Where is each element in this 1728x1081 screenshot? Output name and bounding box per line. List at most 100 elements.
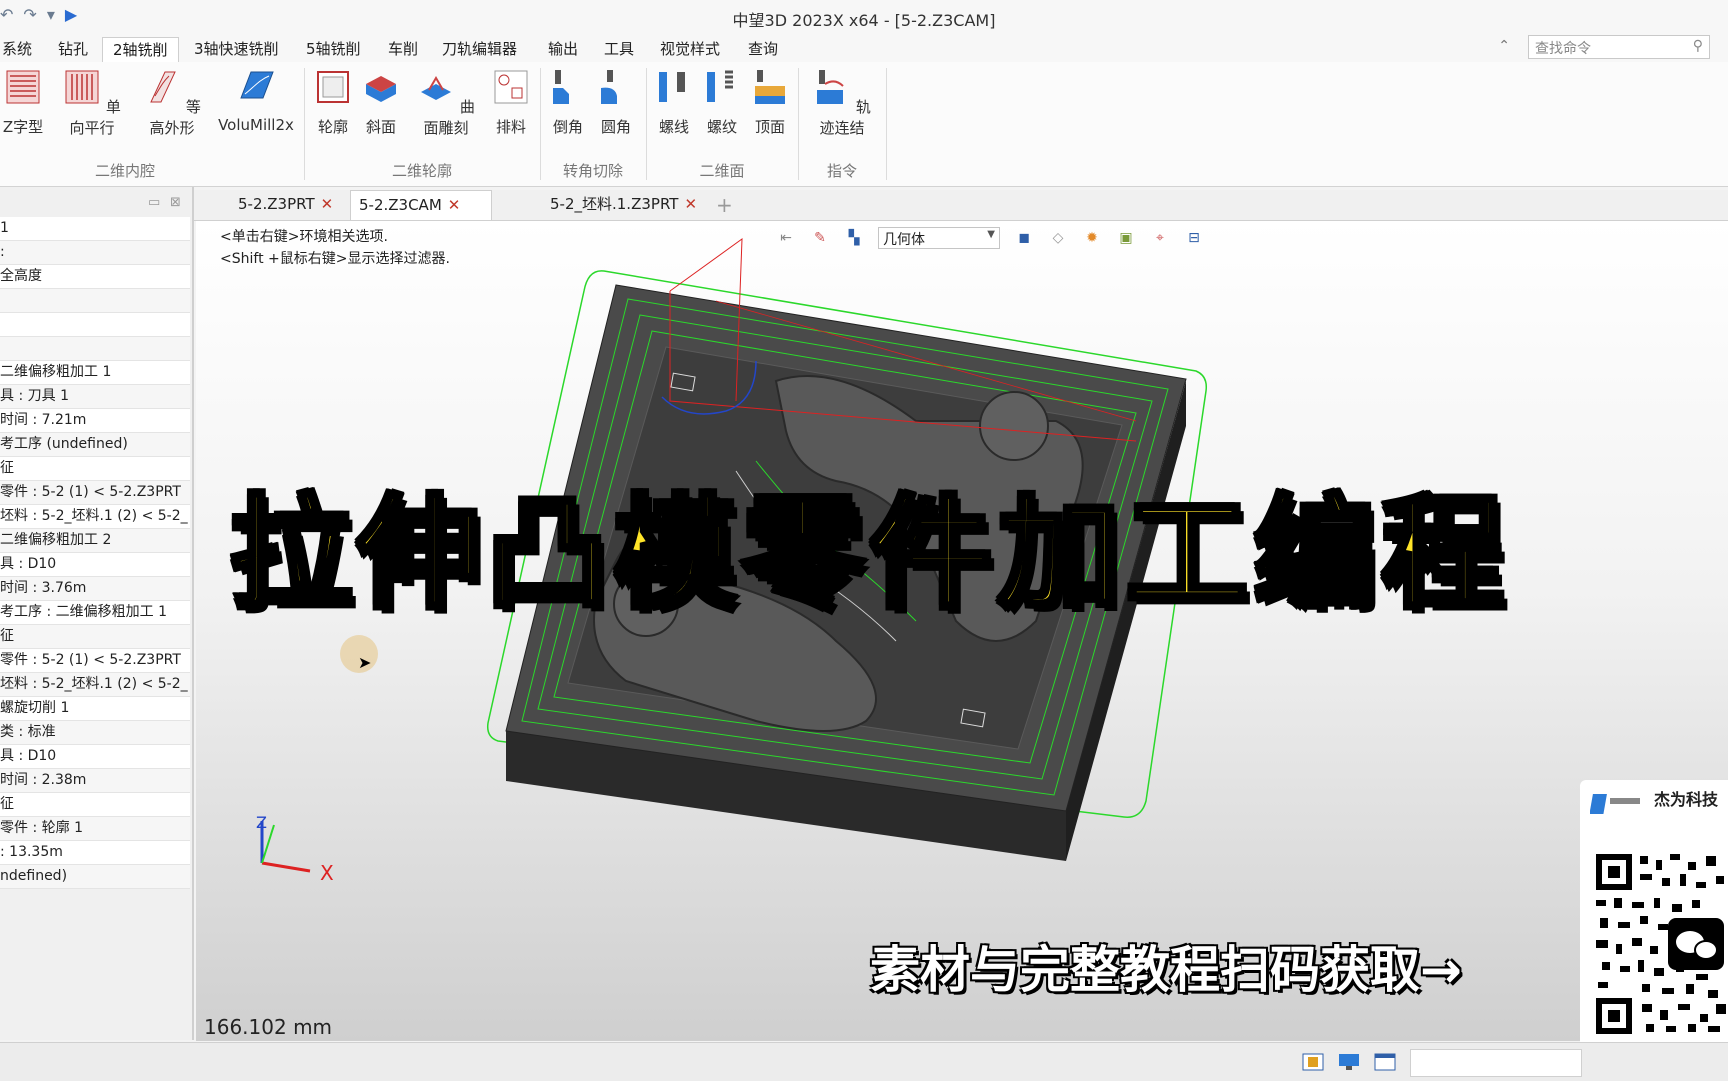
- zigzag-icon: [6, 70, 40, 104]
- group-2d-profile: 二维轮廓: [391, 162, 452, 180]
- input-mode-icon[interactable]: [1302, 1053, 1324, 1071]
- cursor-icon: ➤: [358, 653, 372, 672]
- group-2d-face: 二维面: [699, 162, 745, 180]
- helix-button[interactable]: 螺线: [652, 68, 696, 137]
- fillet-icon: [601, 70, 617, 104]
- zigzag-button[interactable]: Z字型: [0, 68, 46, 137]
- close-icon[interactable]: ✕: [448, 196, 461, 214]
- video-title-banner: 拉伸凸模零件加工编程: [228, 481, 1510, 628]
- one-way-parallel-button[interactable]: 单向平行: [60, 68, 124, 138]
- tree-row[interactable]: 零件 : 轮廓 1: [0, 817, 190, 841]
- axis-z-label: Z: [256, 813, 267, 832]
- tree-row[interactable]: [0, 289, 190, 313]
- thread-icon: [707, 70, 733, 102]
- axis-triad: [260, 821, 311, 873]
- chamfer-wall-button[interactable]: 斜面: [358, 68, 404, 137]
- tab-query[interactable]: 查询: [738, 37, 788, 62]
- chamfer-button[interactable]: 倒角: [546, 68, 590, 137]
- close-icon[interactable]: ✕: [321, 195, 334, 213]
- fillet-button[interactable]: 圆角: [594, 68, 638, 137]
- parallel-icon: [65, 70, 99, 104]
- qr-code: [1596, 854, 1726, 1034]
- command-search-input[interactable]: 查找命令 ⚲: [1528, 35, 1710, 59]
- helix-icon: [659, 72, 685, 102]
- panel-close-icon[interactable]: ⊠: [170, 195, 181, 210]
- trajectory-link-button[interactable]: 轨迹连结: [806, 68, 878, 138]
- tree-row[interactable]: 螺旋切削 1: [0, 697, 190, 721]
- top-face-button[interactable]: 顶面: [748, 68, 792, 137]
- tree-row[interactable]: 二维偏移粗加工 1: [0, 361, 190, 385]
- search-icon[interactable]: ⚲: [1693, 38, 1703, 54]
- close-icon[interactable]: ✕: [684, 195, 697, 213]
- ribbon: Z字型 单向平行 等高外形 VoluMill2x 轮廓 斜面 曲面雕刻 排料 倒…: [0, 62, 1728, 187]
- doc-tab-label: 5-2.Z3CAM: [359, 196, 442, 214]
- brand-logo-icon: [1590, 794, 1640, 814]
- ribbon-separator: [886, 68, 887, 180]
- top-face-label: 顶面: [754, 118, 785, 136]
- doc-tab-stock[interactable]: 5-2_坯料.1.Z3PRT ✕: [542, 190, 705, 219]
- volumill-button[interactable]: VoluMill2x: [216, 68, 296, 134]
- volumill-icon: [240, 71, 274, 99]
- call-to-action-text: 素材与完整教程扫码获取→: [870, 941, 1462, 999]
- doc-tab-cam[interactable]: 5-2.Z3CAM ✕: [350, 190, 492, 220]
- tree-row[interactable]: 征: [0, 793, 190, 817]
- tab-toolpath-editor[interactable]: 刀轨编辑器: [432, 37, 527, 62]
- link-icon: [817, 70, 844, 104]
- tree-row[interactable]: :: [0, 241, 190, 265]
- document-tabs: 5-2.Z3PRT ✕ 5-2.Z3CAM ✕ 5-2_坯料.1.Z3PRT ✕ +: [194, 190, 1728, 221]
- ribbon-tabs: 系统 钻孔 2轴铣削 3轴快速铣削 5轴铣削 车削 刀轨编辑器 输出 工具 视觉…: [0, 34, 1728, 64]
- tab-5axis-milling[interactable]: 5轴铣削: [296, 37, 371, 62]
- slope-icon: [366, 76, 396, 102]
- profile-button[interactable]: 轮廓: [310, 68, 356, 137]
- tree-row[interactable]: 时间 : 2.38m: [0, 769, 190, 793]
- tab-system[interactable]: 系统: [0, 37, 42, 62]
- qr-card: 杰为科技: [1580, 780, 1728, 1042]
- status-input-field[interactable]: [1410, 1049, 1582, 1077]
- tree-row[interactable]: 坯料 : 5-2_坯料.1 (2) < 5-2_: [0, 673, 190, 697]
- tree-row[interactable]: 具 : 刀具 1: [0, 385, 190, 409]
- tab-output[interactable]: 输出: [538, 37, 588, 62]
- tree-row[interactable]: 1: [0, 217, 190, 241]
- tree-row[interactable]: 具 : D10: [0, 745, 190, 769]
- chamfer-icon: [553, 70, 569, 104]
- tree-row[interactable]: 考工序 (undefined): [0, 433, 190, 457]
- contour-icon: [150, 71, 176, 103]
- helix-label: 螺线: [658, 118, 689, 136]
- new-tab-icon[interactable]: +: [716, 193, 733, 217]
- panel-icon[interactable]: [1374, 1053, 1396, 1071]
- panel-header: ▭ ⊠: [0, 187, 192, 217]
- surface-engraving-button[interactable]: 曲面雕刻: [412, 68, 480, 138]
- title-bar: ↶ ↷ ▾ ▶ 中望3D 2023X x64 - [5-2.Z3CAM]: [0, 0, 1728, 34]
- tree-row[interactable]: 全高度: [0, 265, 190, 289]
- volumill-label: VoluMill2x: [218, 116, 294, 134]
- doc-tab-part[interactable]: 5-2.Z3PRT ✕: [230, 190, 341, 219]
- tree-row[interactable]: 类 : 标准: [0, 721, 190, 745]
- nesting-button[interactable]: 排料: [488, 68, 534, 137]
- tree-row[interactable]: 零件 : 5-2 (1) < 5-2.Z3PRT: [0, 649, 190, 673]
- brand-name: 杰为科技: [1654, 790, 1719, 809]
- tab-3axis-milling[interactable]: 3轴快速铣削: [184, 37, 289, 62]
- thread-label: 螺纹: [706, 118, 737, 136]
- tab-2axis-milling[interactable]: 2轴铣削: [102, 37, 179, 64]
- tree-row[interactable]: [0, 337, 190, 361]
- tree-row[interactable]: ndefined): [0, 865, 190, 889]
- top-face-icon: [755, 70, 785, 104]
- tab-drilling[interactable]: 钻孔: [48, 37, 98, 62]
- tab-visual-style[interactable]: 视觉样式: [650, 37, 730, 62]
- doc-tab-label: 5-2.Z3PRT: [238, 195, 315, 213]
- group-2d-pocket: 二维内腔: [94, 162, 155, 180]
- tree-row[interactable]: : 13.35m: [0, 841, 190, 865]
- tab-turning[interactable]: 车削: [378, 37, 428, 62]
- display-icon[interactable]: [1338, 1053, 1360, 1071]
- tab-tools[interactable]: 工具: [594, 37, 644, 62]
- doc-tab-label: 5-2_坯料.1.Z3PRT: [550, 195, 679, 213]
- tree-row[interactable]: 时间 : 7.21m: [0, 409, 190, 433]
- group-command: 指令: [826, 162, 857, 180]
- panel-restore-icon[interactable]: ▭: [148, 195, 160, 210]
- profile-label: 轮廓: [317, 118, 348, 136]
- collapse-ribbon-icon[interactable]: ⌃: [1498, 38, 1510, 54]
- axis-x-label: X: [320, 861, 334, 885]
- tree-row[interactable]: [0, 313, 190, 337]
- contour-offset-button[interactable]: 等高外形: [138, 68, 206, 138]
- thread-button[interactable]: 螺纹: [700, 68, 744, 137]
